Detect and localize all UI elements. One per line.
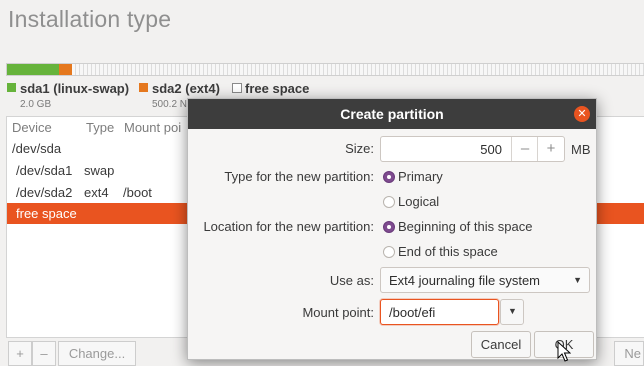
mouse-pointer-icon	[557, 341, 571, 362]
size-label: Size:	[345, 141, 374, 156]
dialog-title: Create partition	[340, 106, 444, 122]
page-title: Installation type	[8, 6, 172, 32]
radio-logical[interactable]	[383, 196, 395, 208]
cancel-button[interactable]: Cancel	[471, 331, 531, 358]
table-row-device[interactable]: /dev/sda	[12, 141, 61, 156]
column-header-mount-point[interactable]: Mount poi	[124, 120, 181, 135]
mount-point-label: Mount point:	[302, 305, 374, 320]
add-partition-button[interactable]: +	[8, 341, 32, 366]
legend-swatch-ext4	[139, 83, 148, 92]
size-value[interactable]: 500	[480, 142, 502, 157]
disk-bar-free-segment	[72, 64, 644, 75]
table-row-type[interactable]: ext4	[84, 185, 109, 200]
disk-bar-sda1-segment	[7, 64, 59, 75]
radio-primary-label[interactable]: Primary	[398, 169, 443, 184]
table-row-device[interactable]: /dev/sda2	[16, 185, 72, 200]
legend-swatch-swap	[7, 83, 16, 92]
column-header-type[interactable]: Type	[86, 120, 114, 135]
change-partition-button[interactable]: Change...	[58, 341, 136, 366]
use-as-dropdown[interactable]: Ext4 journaling file system ▼	[380, 267, 590, 293]
legend-size-sda1: 2.0 GB	[20, 99, 52, 110]
new-partition-table-button[interactable]: Ne	[614, 341, 644, 366]
use-as-label: Use as:	[329, 273, 374, 288]
table-row-device[interactable]: /dev/sda1	[16, 163, 72, 178]
disk-usage-bar	[6, 63, 644, 76]
column-header-device[interactable]: Device	[12, 120, 52, 135]
radio-end[interactable]	[383, 246, 395, 258]
legend-size-sda2: 500.2 N	[152, 99, 188, 110]
table-row-type[interactable]: swap	[84, 163, 114, 178]
chevron-down-icon: ▼	[508, 306, 517, 316]
use-as-value: Ext4 journaling file system	[389, 273, 541, 288]
table-row-device[interactable]: free space	[16, 206, 77, 221]
size-input[interactable]: 500 – +	[380, 136, 565, 162]
close-icon[interactable]: ✕	[574, 106, 590, 122]
dialog-titlebar[interactable]: Create partition ✕	[188, 99, 596, 129]
partition-type-label: Type for the new partition:	[224, 169, 374, 184]
radio-end-label[interactable]: End of this space	[398, 244, 498, 259]
legend-label-free: free space	[245, 81, 310, 96]
table-row-mount[interactable]: /boot	[123, 185, 152, 200]
legend-label-sda1: sda1 (linux-swap)	[20, 81, 130, 96]
remove-partition-button[interactable]: –	[32, 341, 56, 366]
legend-label-sda2: sda2 (ext4)	[152, 81, 220, 96]
mount-point-value[interactable]: /boot/efi	[389, 305, 435, 320]
radio-primary[interactable]	[383, 171, 395, 183]
partition-location-label: Location for the new partition:	[203, 219, 374, 234]
disk-bar-sda2-segment	[59, 64, 72, 75]
chevron-down-icon: ▼	[573, 275, 582, 285]
radio-beginning[interactable]	[383, 221, 395, 233]
size-unit-label: MB	[571, 142, 591, 157]
mount-point-input[interactable]: /boot/efi	[380, 299, 499, 325]
radio-beginning-label[interactable]: Beginning of this space	[398, 219, 532, 234]
legend-swatch-free	[232, 83, 242, 93]
size-decrement-button[interactable]: –	[511, 137, 538, 161]
mount-point-dropdown-button[interactable]: ▼	[500, 299, 524, 325]
radio-logical-label[interactable]: Logical	[398, 194, 439, 209]
size-increment-button[interactable]: +	[537, 137, 564, 161]
create-partition-dialog: Create partition ✕ Size: 500 – + MB Type…	[187, 98, 597, 360]
